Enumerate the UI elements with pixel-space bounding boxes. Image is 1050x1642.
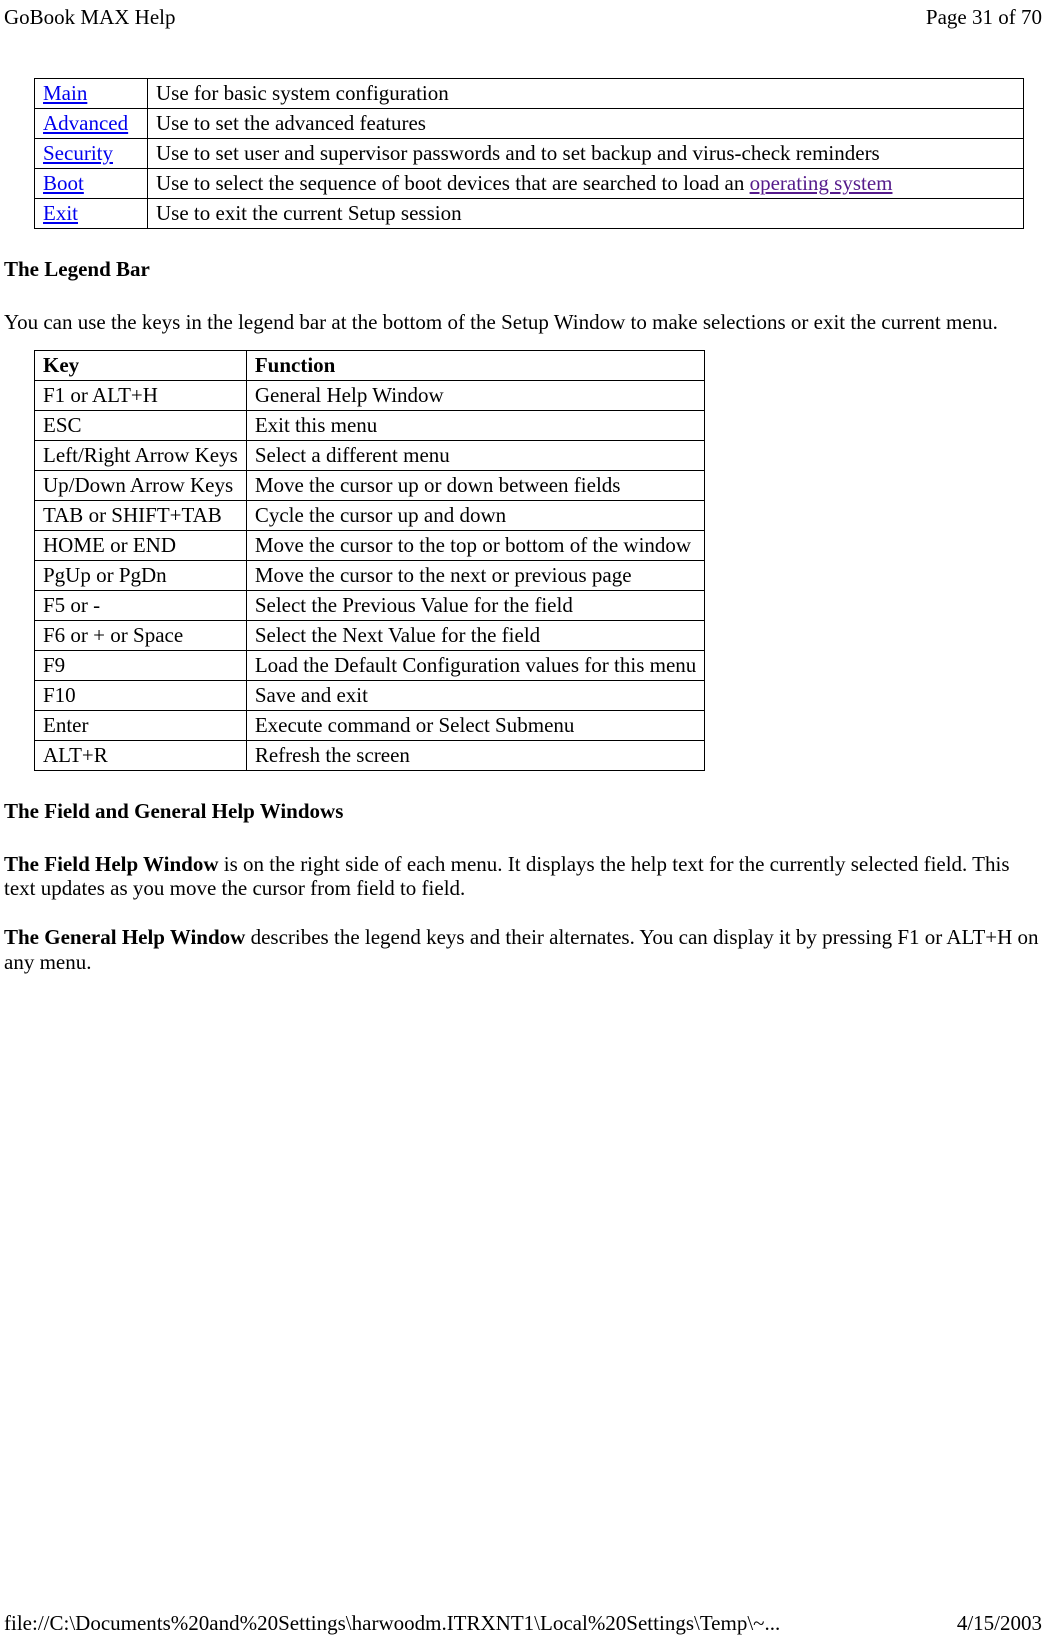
table-row: ALT+RRefresh the screen	[35, 741, 705, 771]
desc-prefix: Use to select the sequence of boot devic…	[156, 171, 750, 195]
cell-key: F1 or ALT+H	[35, 381, 247, 411]
cell-key: Enter	[35, 711, 247, 741]
table-row: HOME or ENDMove the cursor to the top or…	[35, 531, 705, 561]
footer-date: 4/15/2003	[957, 1611, 1042, 1636]
cell-key: ESC	[35, 411, 247, 441]
cell-desc: Use to select the sequence of boot devic…	[148, 169, 1024, 199]
table-row: Left/Right Arrow KeysSelect a different …	[35, 441, 705, 471]
cell-key: HOME or END	[35, 531, 247, 561]
table-row: F5 or -Select the Previous Value for the…	[35, 591, 705, 621]
key-function-table: Key Function F1 or ALT+HGeneral Help Win…	[34, 350, 705, 771]
cell-function: Save and exit	[246, 681, 704, 711]
table-row: EnterExecute command or Select Submenu	[35, 711, 705, 741]
cell-key: F10	[35, 681, 247, 711]
table-row: F1 or ALT+HGeneral Help Window	[35, 381, 705, 411]
link-exit[interactable]: Exit	[43, 201, 78, 225]
link-operating-system[interactable]: operating system	[750, 171, 893, 195]
paragraph-field-help: The Field Help Window is on the right si…	[4, 852, 1042, 900]
cell-desc: Use to set user and supervisor passwords…	[148, 139, 1024, 169]
cell-function: Execute command or Select Submenu	[246, 711, 704, 741]
table-row: Exit Use to exit the current Setup sessi…	[35, 199, 1024, 229]
cell-function: Select a different menu	[246, 441, 704, 471]
table-row: Main Use for basic system configuration	[35, 79, 1024, 109]
cell-desc: Use to set the advanced features	[148, 109, 1024, 139]
table-header-row: Key Function	[35, 351, 705, 381]
cell-desc: Use to exit the current Setup session	[148, 199, 1024, 229]
cell-function: Select the Previous Value for the field	[246, 591, 704, 621]
header-function: Function	[246, 351, 704, 381]
header-page-indicator: Page 31 of 70	[926, 5, 1042, 30]
header-title: GoBook MAX Help	[4, 5, 176, 30]
table-row: F6 or + or SpaceSelect the Next Value fo…	[35, 621, 705, 651]
menu-table: Main Use for basic system configuration …	[34, 78, 1024, 229]
cell-key: Up/Down Arrow Keys	[35, 471, 247, 501]
table-row: F9Load the Default Configuration values …	[35, 651, 705, 681]
link-main[interactable]: Main	[43, 81, 87, 105]
cell-key: Left/Right Arrow Keys	[35, 441, 247, 471]
cell-function: Select the Next Value for the field	[246, 621, 704, 651]
bold-field-help: The Field Help Window	[4, 852, 219, 876]
heading-legend-bar: The Legend Bar	[4, 257, 1046, 282]
cell-key: PgUp or PgDn	[35, 561, 247, 591]
table-row: Advanced Use to set the advanced feature…	[35, 109, 1024, 139]
table-row: Up/Down Arrow KeysMove the cursor up or …	[35, 471, 705, 501]
paragraph-legend-bar: You can use the keys in the legend bar a…	[4, 310, 1042, 334]
cell-key: F6 or + or Space	[35, 621, 247, 651]
cell-key: ALT+R	[35, 741, 247, 771]
link-boot[interactable]: Boot	[43, 171, 84, 195]
cell-function: Move the cursor to the top or bottom of …	[246, 531, 704, 561]
link-security[interactable]: Security	[43, 141, 113, 165]
cell-function: Cycle the cursor up and down	[246, 501, 704, 531]
table-row: PgUp or PgDnMove the cursor to the next …	[35, 561, 705, 591]
table-row: Boot Use to select the sequence of boot …	[35, 169, 1024, 199]
paragraph-general-help: The General Help Window describes the le…	[4, 925, 1042, 973]
cell-function: Move the cursor to the next or previous …	[246, 561, 704, 591]
link-advanced[interactable]: Advanced	[43, 111, 128, 135]
cell-key: F5 or -	[35, 591, 247, 621]
table-row: Security Use to set user and supervisor …	[35, 139, 1024, 169]
table-row: TAB or SHIFT+TABCycle the cursor up and …	[35, 501, 705, 531]
cell-function: Exit this menu	[246, 411, 704, 441]
cell-function: Load the Default Configuration values fo…	[246, 651, 704, 681]
page-header: GoBook MAX Help Page 31 of 70	[0, 0, 1050, 30]
cell-function: General Help Window	[246, 381, 704, 411]
page-footer: file://C:\Documents%20and%20Settings\har…	[4, 1611, 1042, 1636]
cell-key: TAB or SHIFT+TAB	[35, 501, 247, 531]
table-row: F10Save and exit	[35, 681, 705, 711]
cell-desc: Use for basic system configuration	[148, 79, 1024, 109]
heading-help-windows: The Field and General Help Windows	[4, 799, 1046, 824]
cell-function: Move the cursor up or down between field…	[246, 471, 704, 501]
footer-path: file://C:\Documents%20and%20Settings\har…	[4, 1611, 780, 1636]
bold-general-help: The General Help Window	[4, 925, 245, 949]
cell-key: F9	[35, 651, 247, 681]
cell-function: Refresh the screen	[246, 741, 704, 771]
table-row: ESCExit this menu	[35, 411, 705, 441]
header-key: Key	[35, 351, 247, 381]
